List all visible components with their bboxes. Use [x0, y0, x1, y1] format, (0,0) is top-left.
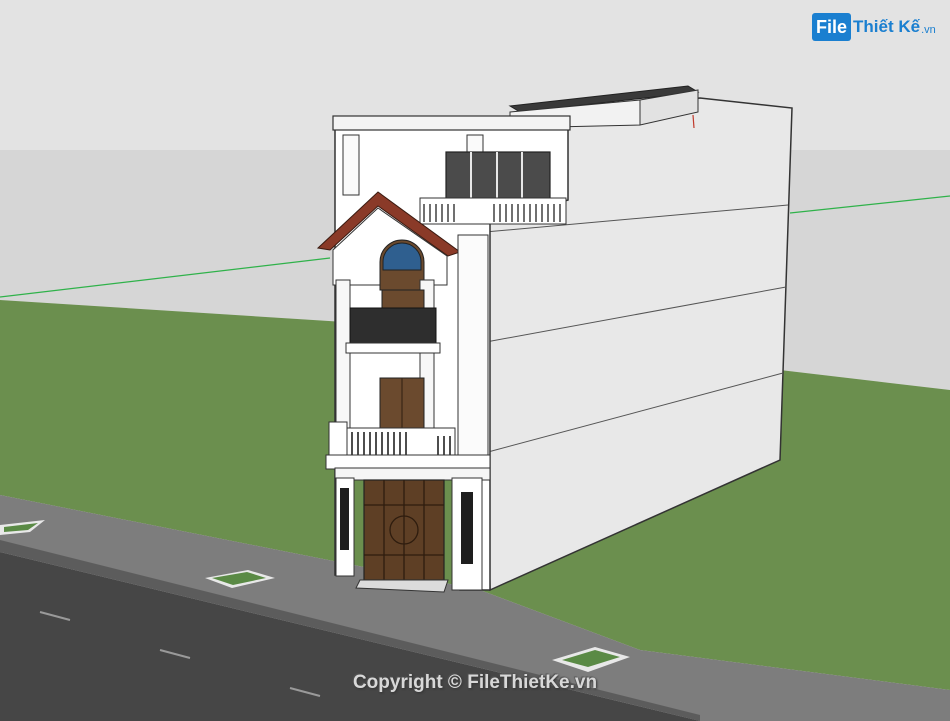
logo-mark: File [812, 13, 852, 41]
ground-side-panel [461, 492, 473, 564]
upper-balcony-slab [345, 342, 441, 354]
logo-domain: .vn [921, 24, 936, 36]
lower-balcony-post [328, 421, 348, 459]
column [342, 134, 360, 196]
ground-side-panel [340, 488, 349, 550]
roof-cornice [332, 115, 571, 131]
upper-balcony [349, 307, 437, 349]
site-logo: File Thiết Kế .vn [812, 10, 936, 44]
pilaster [335, 279, 351, 431]
logo-wordmark: Thiết Kế [853, 17, 921, 36]
house-model-render [0, 0, 950, 721]
pilaster [457, 234, 489, 471]
copyright-watermark: Copyright © FileThietKe.vn [352, 672, 598, 693]
scene-canvas: File Thiết Kế .vn Copyright © FileThietK… [0, 0, 950, 721]
lower-balcony-slab [325, 454, 491, 470]
